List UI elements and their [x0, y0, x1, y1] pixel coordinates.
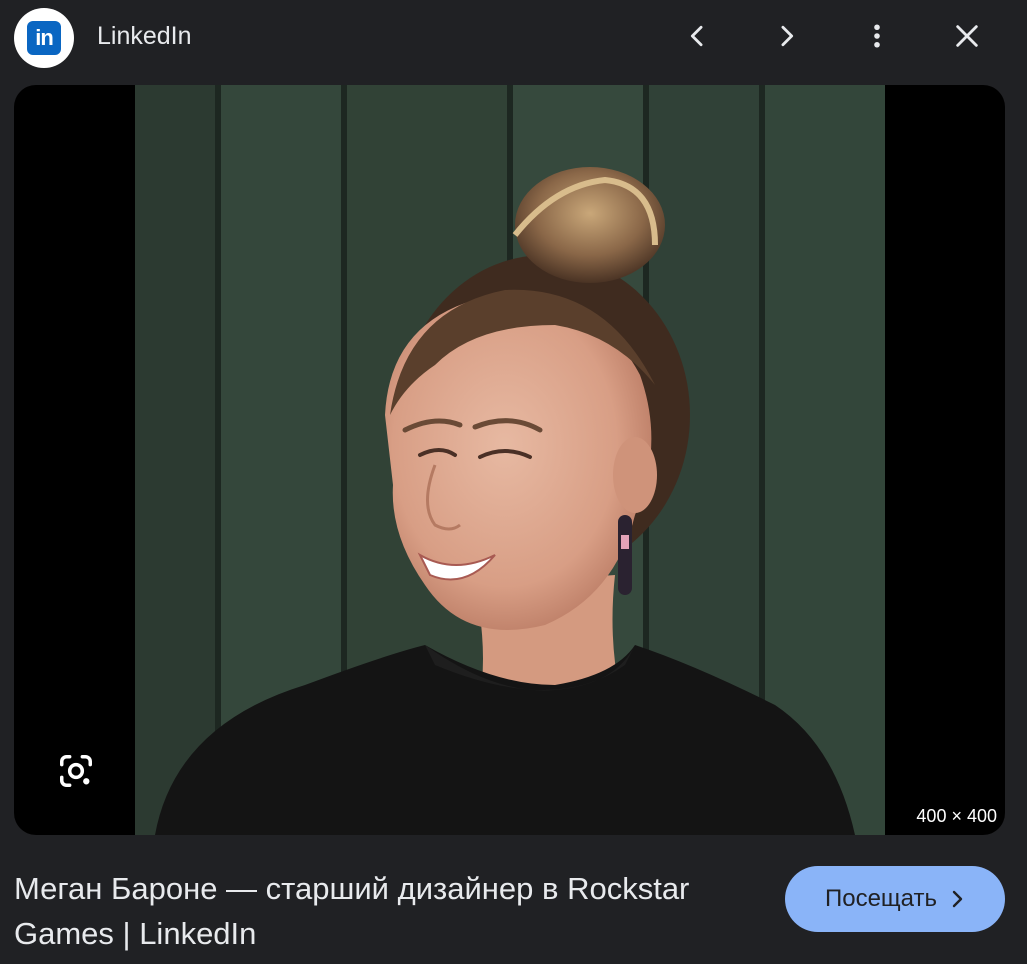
profile-photo[interactable]	[135, 85, 885, 835]
chevron-right-icon	[781, 25, 794, 47]
profile-photo-illustration	[135, 85, 885, 835]
linkedin-logo-mark: in	[27, 21, 61, 55]
image-frame[interactable]: 400 × 400	[14, 85, 1005, 835]
more-vert-icon	[874, 24, 880, 48]
chevron-left-icon	[690, 25, 703, 47]
more-options-button[interactable]	[853, 12, 901, 60]
previous-button[interactable]	[673, 12, 721, 60]
result-title[interactable]: Меган Бароне — старший дизайнер в Rockst…	[14, 866, 754, 956]
linkedin-logo[interactable]: in	[14, 8, 74, 68]
preview-header: in LinkedIn	[0, 0, 1027, 80]
google-lens-icon	[60, 755, 92, 787]
image-preview-panel: in LinkedIn 400 × 400 Меган Бароне — ста…	[0, 0, 1027, 964]
source-name[interactable]: LinkedIn	[97, 22, 192, 51]
next-button[interactable]	[763, 12, 811, 60]
close-button[interactable]	[943, 12, 991, 60]
chevron-right-icon	[952, 890, 963, 908]
visit-button-label: Посещать	[824, 885, 937, 912]
image-dimensions: 400 × 400	[916, 806, 997, 826]
close-icon	[956, 25, 978, 47]
google-lens-button[interactable]	[52, 747, 100, 795]
visit-button[interactable]: Посещать	[785, 866, 1005, 932]
